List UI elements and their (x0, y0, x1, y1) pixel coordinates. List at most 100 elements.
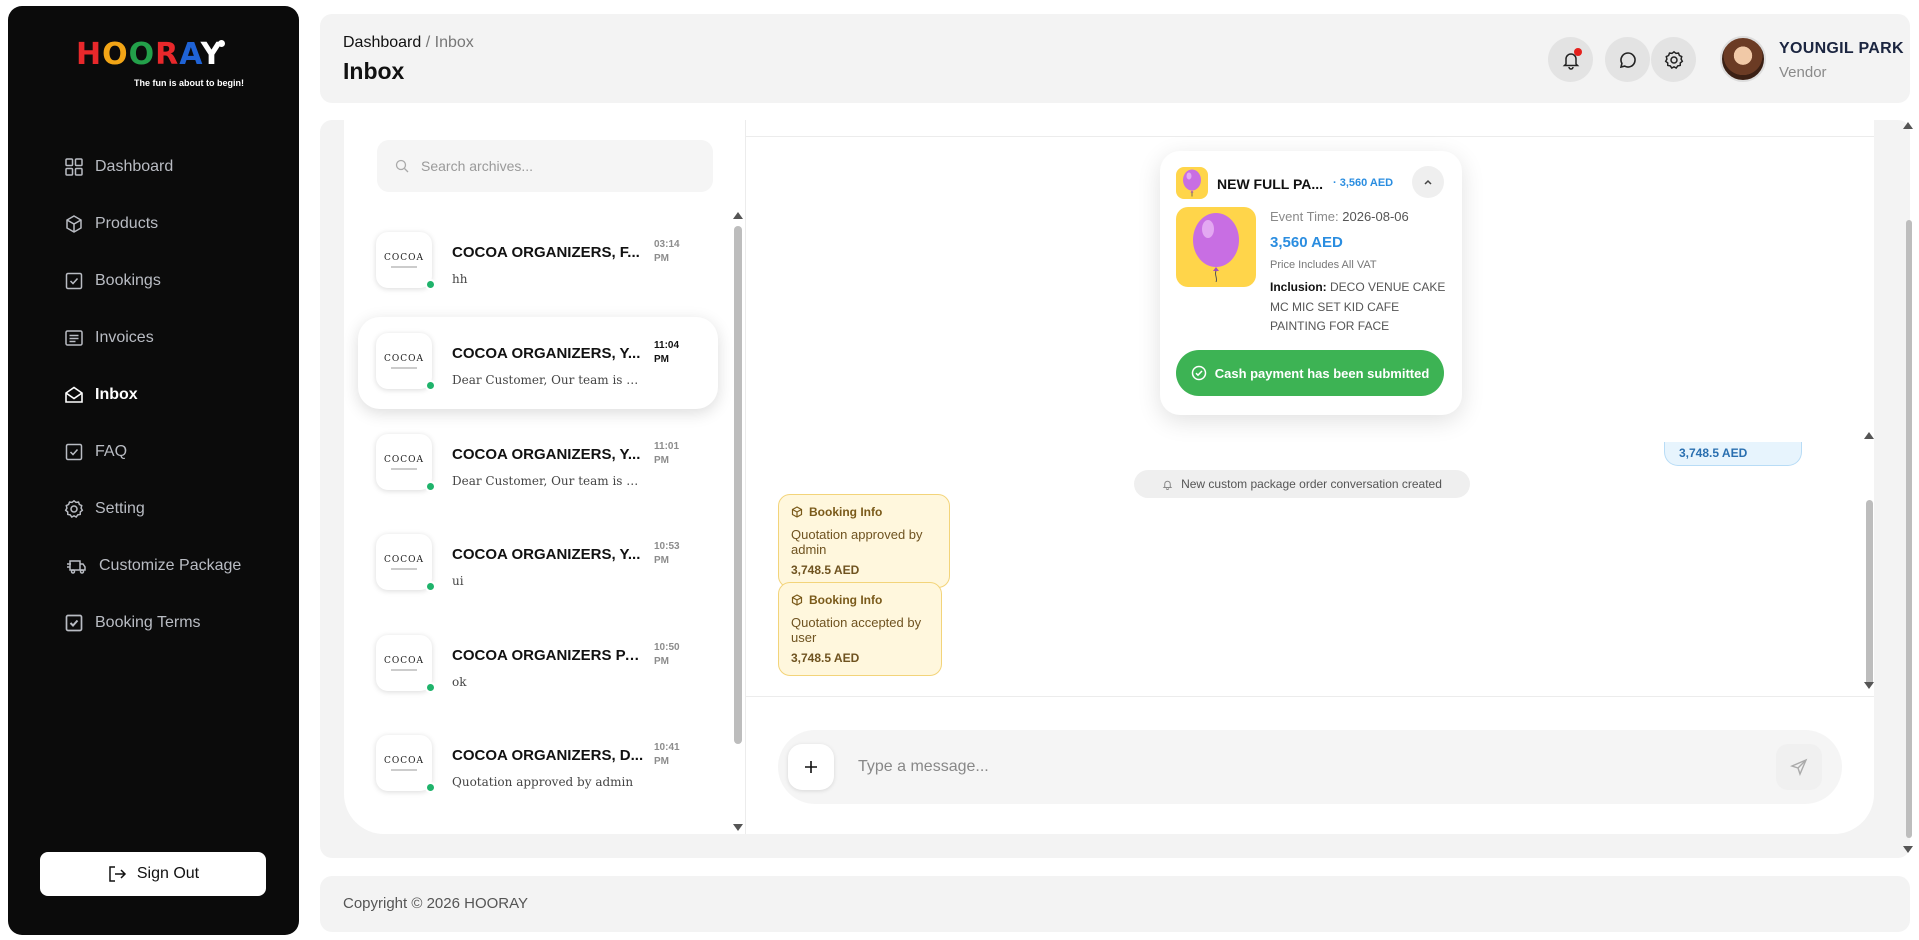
chat-bubble-icon (1619, 51, 1636, 68)
conversation-time: 10:50 PM (654, 642, 680, 667)
conversation-list-panel: COCOA COCOA ORGANIZERS, F... 03:14 PM hh… (344, 120, 746, 834)
search-box[interactable] (377, 140, 713, 192)
page-scroll-down[interactable] (1903, 846, 1913, 853)
conversation-preview: ui (452, 574, 464, 588)
package-price-summary: · 3,560 AED (1333, 177, 1394, 189)
chat-scroll-up[interactable] (1864, 432, 1874, 439)
booking-info-message: Booking Info Quotation approved by admin… (778, 494, 950, 588)
list-scroll-up[interactable] (733, 212, 743, 219)
vendor-logo-text: COCOA (383, 554, 425, 565)
conversation-preview: hh (452, 272, 468, 286)
online-indicator (425, 782, 436, 793)
package-inclusions: Inclusion: DECO VENUE CAKE MC MIC SET KI… (1270, 278, 1450, 337)
messages-button[interactable] (1605, 37, 1650, 82)
sidebar-item-inbox[interactable]: Inbox (64, 366, 294, 423)
conversation-item[interactable]: COCOA COCOA ORGANIZERS PA... 10:50 PM ok (358, 619, 718, 711)
envelope-open-icon (65, 386, 83, 403)
online-indicator (425, 481, 436, 492)
conversation-item[interactable]: COCOA COCOA ORGANIZERS, D... 10:41 PM Qu… (358, 719, 718, 811)
sidebar-item-label: FAQ (95, 442, 128, 460)
breadcrumb-separator: / (425, 34, 431, 51)
conversation-item[interactable]: COCOA COCOA ORGANIZERS, Y... 10:53 PM ui (358, 518, 718, 610)
booking-info-title: Booking Info (809, 505, 883, 519)
sidebar-item-products[interactable]: Products (64, 195, 294, 252)
logo-dot (218, 40, 225, 47)
avatar[interactable] (1720, 36, 1766, 82)
conversation-name: COCOA ORGANIZERS, Y... (452, 345, 641, 362)
gear-icon (1664, 50, 1683, 69)
list-scroll-down[interactable] (733, 824, 743, 831)
conversation-name: COCOA ORGANIZERS, Y... (452, 546, 641, 563)
notification-badge (1574, 48, 1582, 56)
inclusion-label: Inclusion: (1270, 280, 1327, 294)
plus-icon (805, 761, 817, 773)
notifications-button[interactable] (1548, 37, 1593, 82)
composer-divider (746, 696, 1874, 697)
send-button[interactable] (1776, 744, 1822, 790)
hooray-logo[interactable]: HOORAY The fun is about to begin! (76, 38, 246, 94)
event-time: Event Time: 2026-08-06 (1270, 209, 1409, 224)
conversation-name: COCOA ORGANIZERS PA... (452, 647, 646, 664)
page-title: Inbox (343, 58, 405, 84)
vendor-logo: COCOA (376, 534, 432, 590)
booking-info-message: Booking Info Quotation accepted by user … (778, 582, 942, 676)
sidebar-item-bookings[interactable]: Bookings (64, 252, 294, 309)
chat-scrollbar[interactable] (1866, 500, 1873, 686)
copyright-text: Copyright © 2026 HOORAY (343, 895, 529, 912)
vendor-logo-text: COCOA (383, 655, 425, 666)
conversation-time: 10:41 PM (654, 742, 680, 767)
vendor-logo: COCOA (376, 333, 432, 389)
vendor-logo-text: COCOA (383, 252, 425, 263)
sidebar-item-faq[interactable]: FAQ (64, 423, 294, 480)
conversation-name: COCOA ORGANIZERS, Y... (452, 446, 641, 463)
booking-info-header: Booking Info (791, 505, 937, 519)
outgoing-message-bubble: 3,748.5 AED (1664, 442, 1802, 466)
chat-header-divider (746, 136, 1874, 137)
balloon-icon (1183, 169, 1201, 197)
conversation-item[interactable]: COCOA COCOA ORGANIZERS, Y... 11:01 PM De… (358, 418, 718, 510)
search-input[interactable] (421, 158, 701, 174)
attach-button[interactable] (788, 744, 834, 790)
sidebar-item-label: Inbox (95, 385, 138, 403)
conversation-name: COCOA ORGANIZERS, D... (452, 747, 644, 764)
conversation-preview: Dear Customer, Our team is cur... (452, 373, 642, 387)
sidebar-item-label: Booking Terms (95, 613, 201, 631)
conversation-item-active[interactable]: COCOA COCOA ORGANIZERS, Y... 11:04 PM De… (358, 317, 718, 409)
sidebar-item-dashboard[interactable]: Dashboard (64, 138, 294, 195)
receipt-icon (65, 329, 83, 346)
sidebar-item-label: Customize Package (99, 556, 242, 574)
package-card[interactable]: NEW FULL PA... · 3,560 AED Event Time: 2… (1160, 151, 1462, 415)
page-scrollbar[interactable] (1906, 220, 1912, 838)
package-thumbnail-small (1176, 167, 1208, 199)
event-time-label: Event Time: (1270, 209, 1339, 224)
breadcrumb: Dashboard / Inbox (343, 34, 474, 52)
grid-icon (65, 157, 83, 176)
list-scrollbar[interactable] (734, 226, 742, 744)
sidebar-item-invoices[interactable]: Invoices (64, 309, 294, 366)
page-scroll-up[interactable] (1903, 122, 1913, 129)
conversation-item[interactable]: COCOA COCOA ORGANIZERS, F... 03:14 PM hh (358, 216, 718, 308)
sidebar-item-setting[interactable]: Setting (64, 480, 294, 537)
sidebar-item-customize-package[interactable]: Customize Package (64, 537, 294, 594)
sign-out-button[interactable]: Sign Out (40, 852, 266, 896)
message-input[interactable] (858, 750, 1738, 784)
truck-icon (67, 559, 86, 574)
online-indicator (425, 682, 436, 693)
balloon-icon (1193, 213, 1239, 282)
collapse-button[interactable] (1412, 166, 1444, 198)
breadcrumb-root[interactable]: Dashboard (343, 34, 421, 51)
sign-out-label: Sign Out (136, 865, 200, 882)
sidebar-item-label: Bookings (95, 271, 161, 289)
sidebar-item-booking-terms[interactable]: Booking Terms (64, 594, 294, 651)
chat-scroll-down[interactable] (1864, 682, 1874, 689)
payment-status-button[interactable]: Cash payment has been submitted (1176, 350, 1444, 396)
vendor-logo: COCOA (376, 434, 432, 490)
package-title: NEW FULL PA... (1217, 176, 1324, 192)
package-icon (791, 594, 803, 606)
conversation-preview: Dear Customer, Our team is cur... (452, 474, 642, 488)
package-price: 3,560 AED (1270, 234, 1343, 251)
user-role: Vendor (1779, 64, 1827, 81)
user-name[interactable]: YOUNGIL PARK (1779, 40, 1904, 58)
booking-info-amount: 3,748.5 AED (791, 563, 860, 577)
settings-button[interactable] (1651, 37, 1696, 82)
